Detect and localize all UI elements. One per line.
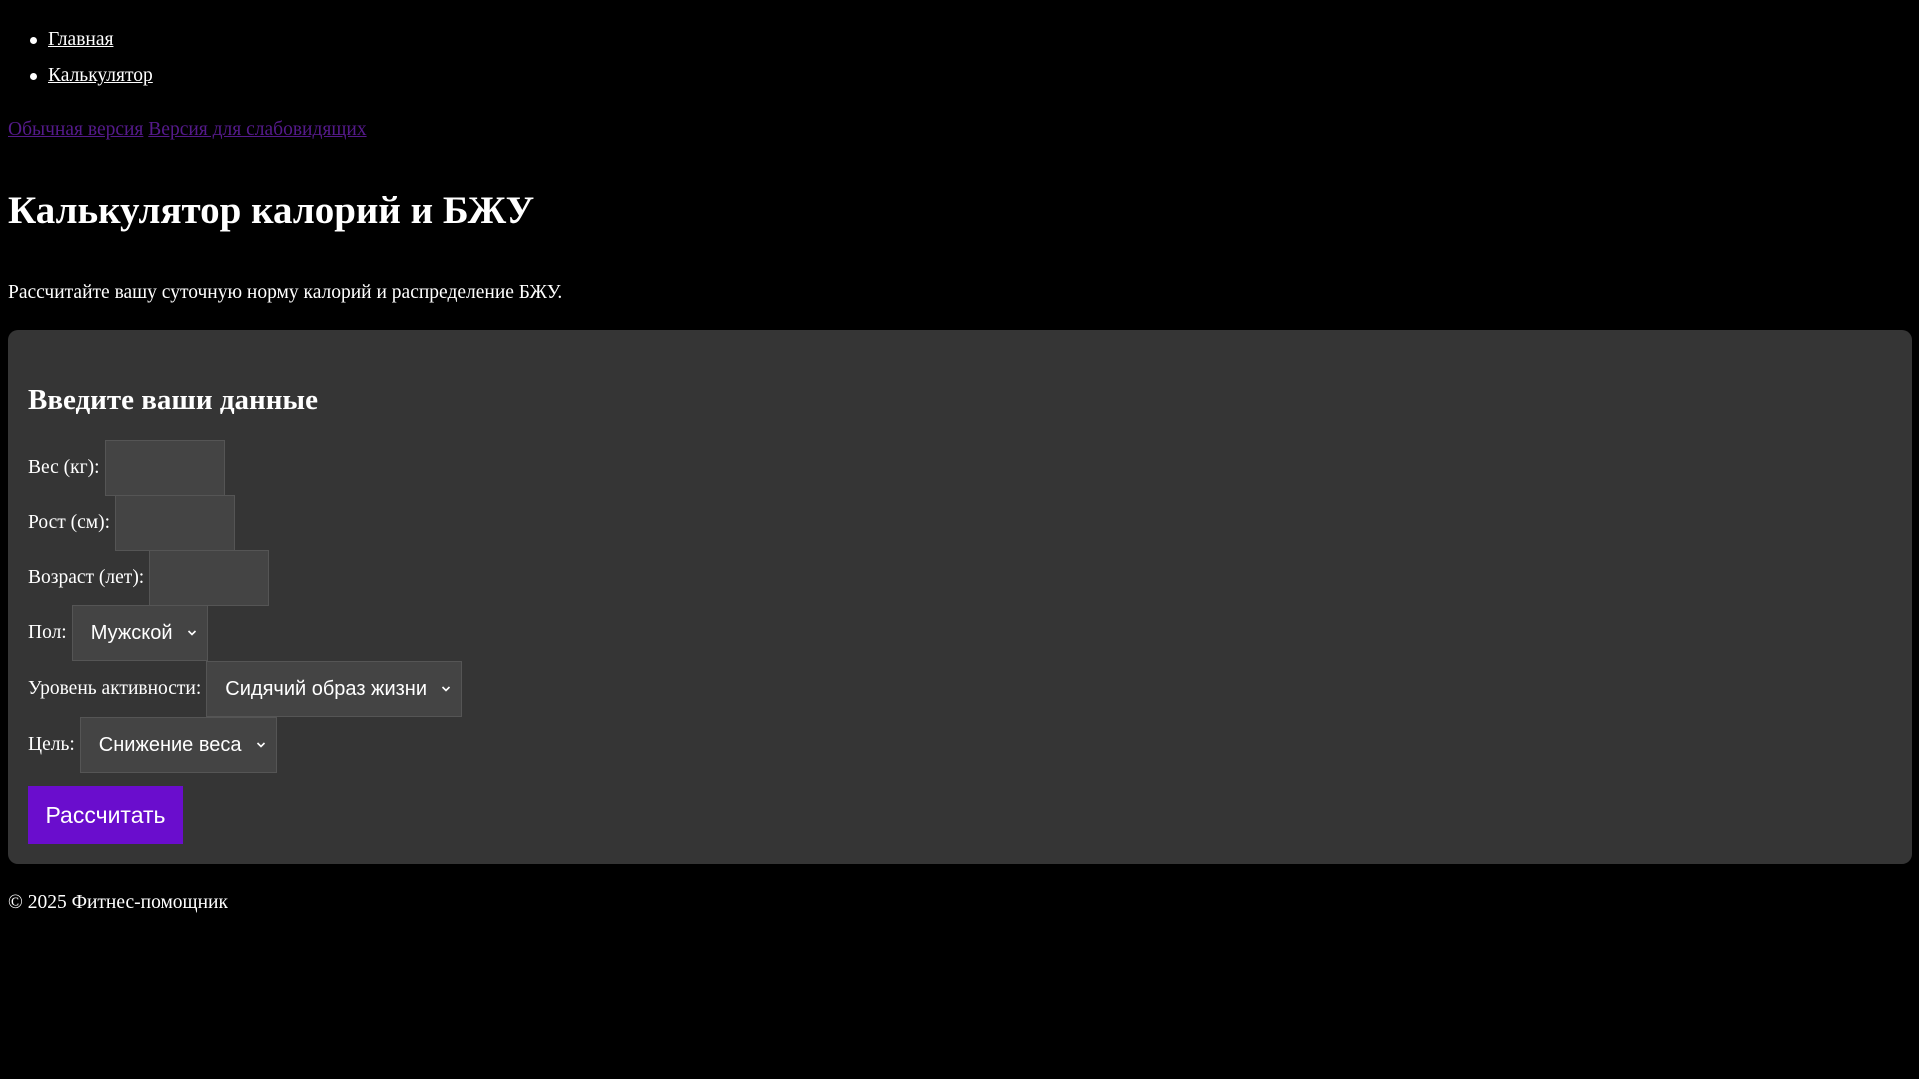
age-input[interactable] [149,550,270,606]
height-label: Рост (см): [28,512,111,533]
age-row: Возраст (лет): [28,550,270,606]
gender-select[interactable]: Мужской [71,605,208,661]
activity-label: Уровень активности: [28,678,202,699]
weight-row: Вес (кг): [28,440,225,496]
footer-copyright: © 2025 Фитнес-помощник [8,892,228,913]
height-row: Рост (см): [28,495,236,551]
chevron-down-icon [187,630,196,636]
weight-label: Вес (кг): [28,457,100,478]
bullet-icon [30,37,37,44]
form-heading: Введите ваши данные [28,384,318,416]
gender-row: Пол: Мужской [28,605,208,661]
normal-version-link[interactable]: Обычная версия [8,119,143,140]
chevron-down-icon [441,686,451,692]
calculate-button[interactable]: Рассчитать [28,786,183,844]
version-switcher: Обычная версия Версия для слабовидящих [8,117,367,143]
main-nav: Главная Калькулятор [0,22,153,94]
activity-selected-value: Сидячий образ жизни [225,677,427,700]
age-label: Возраст (лет): [28,567,145,588]
page-title: Калькулятор калорий и БЖУ [8,189,535,232]
goal-selected-value: Снижение веса [98,733,242,756]
gender-selected-value: Мужской [90,621,173,644]
weight-input[interactable] [104,440,225,496]
nav-item-calculator: Калькулятор [30,58,153,94]
nav-link-calculator[interactable]: Калькулятор [48,65,153,86]
nav-link-home[interactable]: Главная [48,29,113,50]
page-intro: Рассчитайте вашу суточную норму калорий … [8,282,563,303]
activity-row: Уровень активности: Сидячий образ жизни [28,661,462,717]
height-input[interactable] [115,495,236,551]
goal-row: Цель: Снижение веса [28,717,277,773]
calculator-form-card: Введите ваши данные Вес (кг): Рост (см):… [8,330,1912,864]
bullet-icon [30,73,37,80]
low-vision-version-link[interactable]: Версия для слабовидящих [148,119,366,140]
goal-label: Цель: [28,734,75,755]
gender-label: Пол: [28,622,67,643]
nav-item-home: Главная [30,22,153,58]
goal-select[interactable]: Снижение веса [79,717,277,773]
activity-select[interactable]: Сидячий образ жизни [206,661,462,717]
chevron-down-icon [256,742,265,748]
